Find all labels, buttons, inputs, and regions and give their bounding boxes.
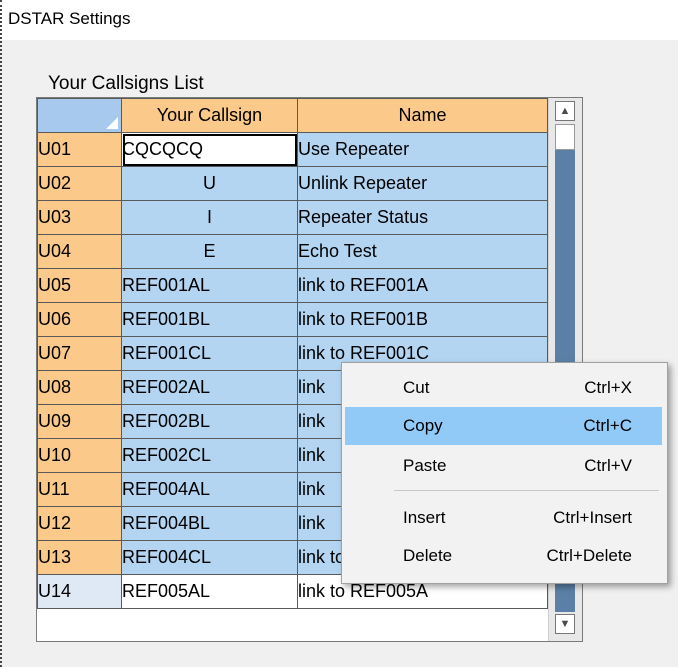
column-header-callsign[interactable]: Your Callsign: [121, 98, 298, 133]
name-cell[interactable]: link to REF001A: [297, 268, 548, 303]
callsign-cell[interactable]: REF002CL: [121, 438, 298, 473]
menu-item-label: Delete: [403, 546, 453, 565]
menu-item-shortcut: Ctrl+V: [584, 456, 632, 475]
title-bar: DSTAR Settings: [0, 0, 678, 40]
row-header[interactable]: U03: [37, 200, 122, 235]
callsign-cell[interactable]: REF004BL: [121, 506, 298, 541]
row-header[interactable]: U07: [37, 336, 122, 371]
callsign-cell[interactable]: REF002BL: [121, 404, 298, 439]
scroll-down-button[interactable]: ▼: [555, 614, 575, 634]
callsign-cell[interactable]: REF004CL: [121, 540, 298, 575]
menu-item-shortcut: Ctrl+Insert: [553, 508, 632, 527]
row-header[interactable]: U14: [37, 574, 122, 609]
row-header[interactable]: U02: [37, 166, 122, 201]
menu-separator: [394, 490, 659, 491]
row-header[interactable]: U08: [37, 370, 122, 405]
table-row[interactable]: U05 REF001AL link to REF001A: [37, 268, 548, 303]
name-cell[interactable]: Use Repeater: [297, 132, 548, 167]
callsign-cell[interactable]: E: [121, 234, 298, 269]
arrow-up-icon: ▲: [559, 105, 571, 117]
name-cell[interactable]: Echo Test: [297, 234, 548, 269]
row-header[interactable]: U09: [37, 404, 122, 439]
select-all-icon: [106, 117, 118, 129]
menu-item-shortcut: Ctrl+C: [583, 416, 632, 435]
callsigns-list-label: Your Callsigns List: [48, 73, 204, 94]
row-header[interactable]: U13: [37, 540, 122, 575]
callsign-cell[interactable]: CQCQCQ: [121, 132, 298, 167]
scroll-thumb[interactable]: [555, 124, 575, 150]
callsign-cell[interactable]: REF002AL: [121, 370, 298, 405]
select-all-corner[interactable]: [37, 98, 122, 133]
scroll-up-button[interactable]: ▲: [555, 101, 575, 121]
menu-item-paste[interactable]: Paste Ctrl+V: [345, 447, 662, 485]
arrow-down-icon: ▼: [559, 618, 571, 630]
name-cell[interactable]: Unlink Repeater: [297, 166, 548, 201]
callsign-cell[interactable]: REF001BL: [121, 302, 298, 337]
name-cell[interactable]: Repeater Status: [297, 200, 548, 235]
menu-item-copy[interactable]: Copy Ctrl+C: [345, 407, 662, 445]
menu-item-label: Insert: [403, 508, 446, 527]
window-left-edge: [0, 0, 2, 667]
row-header[interactable]: U12: [37, 506, 122, 541]
menu-item-cut[interactable]: Cut Ctrl+X: [345, 369, 662, 407]
table-row[interactable]: U03 I Repeater Status: [37, 200, 548, 235]
row-header[interactable]: U06: [37, 302, 122, 337]
table-row[interactable]: U04 E Echo Test: [37, 234, 548, 269]
callsign-cell[interactable]: REF001CL: [121, 336, 298, 371]
menu-item-label: Cut: [403, 378, 430, 397]
window-title: DSTAR Settings: [8, 9, 131, 28]
name-cell[interactable]: link to REF001B: [297, 302, 548, 337]
callsign-cell[interactable]: REF004AL: [121, 472, 298, 507]
callsign-cell[interactable]: REF001AL: [121, 268, 298, 303]
table-row[interactable]: U06 REF001BL link to REF001B: [37, 302, 548, 337]
menu-item-label: Copy: [403, 416, 443, 435]
menu-item-shortcut: Ctrl+X: [584, 378, 632, 397]
row-header[interactable]: U01: [37, 132, 122, 167]
row-header[interactable]: U11: [37, 472, 122, 507]
table-row[interactable]: U01 CQCQCQ Use Repeater: [37, 132, 548, 167]
table-row[interactable]: U02 U Unlink Repeater: [37, 166, 548, 201]
menu-item-shortcut: Ctrl+Delete: [546, 546, 632, 565]
menu-item-delete[interactable]: Delete Ctrl+Delete: [345, 537, 662, 575]
callsign-cell[interactable]: REF005AL: [121, 574, 298, 609]
callsign-cell[interactable]: I: [121, 200, 298, 235]
header-row: Your Callsign Name: [37, 98, 548, 133]
menu-item-insert[interactable]: Insert Ctrl+Insert: [345, 499, 662, 537]
menu-item-label: Paste: [403, 456, 447, 475]
column-header-name[interactable]: Name: [297, 98, 548, 133]
row-header[interactable]: U05: [37, 268, 122, 303]
context-menu: Cut Ctrl+X Copy Ctrl+C Paste Ctrl+V Inse…: [341, 362, 668, 584]
callsign-cell[interactable]: U: [121, 166, 298, 201]
row-header[interactable]: U10: [37, 438, 122, 473]
row-header[interactable]: U04: [37, 234, 122, 269]
